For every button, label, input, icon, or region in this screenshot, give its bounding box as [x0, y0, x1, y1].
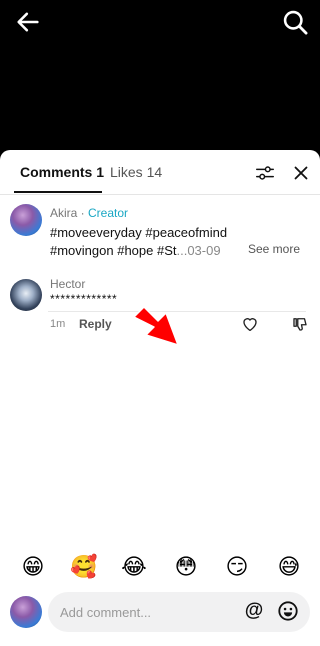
my-avatar — [10, 596, 42, 628]
comment-composer: @ — [0, 590, 320, 646]
video-caption: Akira · Creator #moveeveryday #peaceofmi… — [0, 194, 320, 312]
close-icon[interactable] — [290, 162, 312, 184]
emoji-smirk[interactable]: 😏 — [224, 554, 250, 580]
reply-button[interactable]: Reply — [79, 317, 112, 331]
mention-button[interactable]: @ — [243, 600, 265, 622]
filter-sliders-icon[interactable] — [254, 162, 276, 184]
caption-separator: · — [77, 206, 89, 220]
comment-text: ************* — [50, 292, 118, 306]
tab-comments[interactable]: Comments 1 — [20, 164, 104, 180]
caption-date: ...03-09 — [176, 243, 221, 258]
caption-author[interactable]: Akira · Creator — [50, 206, 128, 220]
comments-tab-bar: Comments 1 Likes 14 — [0, 150, 320, 195]
emoji-flushed[interactable]: 😳 — [173, 554, 199, 580]
active-tab-indicator — [14, 191, 102, 193]
comment-username[interactable]: Hector — [50, 277, 85, 291]
creator-badge: Creator — [88, 206, 129, 220]
emoji-grin[interactable]: 😁 — [20, 554, 46, 580]
search-icon[interactable] — [281, 8, 309, 36]
smiley-icon[interactable] — [277, 600, 299, 622]
comment-timestamp: 1m — [50, 318, 66, 330]
tab-likes[interactable]: Likes 14 — [110, 164, 162, 180]
thumbs-down-icon[interactable] — [291, 315, 309, 333]
quick-emoji-bar: 😁 🥰 😂 😳 😏 😅 — [0, 550, 320, 586]
back-arrow-icon[interactable] — [14, 8, 42, 36]
caption-username: Akira — [50, 206, 78, 220]
creator-avatar[interactable] — [10, 204, 42, 236]
commenter-avatar[interactable] — [10, 279, 42, 311]
comments-sheet: Comments 1 Likes 14 Akira · Creator #mov… — [0, 150, 320, 646]
emoji-sweat-smile[interactable]: 😅 — [276, 554, 302, 580]
see-more-link[interactable]: See more — [248, 242, 300, 256]
red-arrow-icon — [133, 306, 179, 346]
emoji-smiling-hearts[interactable]: 🥰 — [70, 554, 97, 580]
heart-icon[interactable] — [241, 315, 259, 333]
emoji-tears-of-joy[interactable]: 😂 — [121, 554, 147, 580]
video-area — [0, 0, 320, 150]
caption-text: #moveeveryday #peaceofmind #movingon #ho… — [50, 224, 258, 260]
add-comment-input[interactable] — [48, 592, 310, 632]
